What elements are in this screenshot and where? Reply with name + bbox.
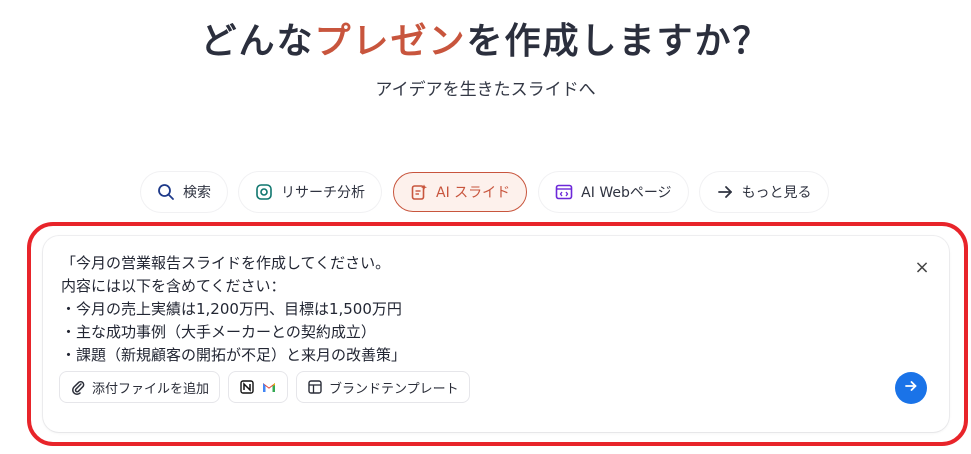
webpage-icon (555, 183, 573, 201)
brand-template-button[interactable]: ブランドテンプレート (296, 371, 470, 403)
slide-icon (410, 183, 428, 201)
prompt-toolbar: 添付ファイルを追加 ブランドテンプレート (59, 371, 470, 403)
prompt-line: 「今月の営業報告スライドを作成してください。 (61, 254, 391, 272)
brand-template-label: ブランドテンプレート (329, 381, 459, 397)
tab-label: AI Webページ (581, 185, 672, 201)
tab-label: 検索 (183, 185, 211, 201)
prompt-input[interactable]: 「今月の営業報告スライドを作成してください。 内容には以下を含めてください： ・… (61, 252, 861, 367)
title-part-1: どんな (200, 21, 315, 62)
send-arrow-icon (903, 378, 919, 398)
tab-label: リサーチ分析 (281, 185, 365, 201)
clear-button[interactable]: × (911, 256, 933, 278)
template-icon (307, 379, 323, 395)
title-part-2: を作成しますか？ (466, 21, 771, 62)
research-icon (255, 183, 273, 201)
notion-icon (239, 379, 255, 395)
tab-research[interactable]: リサーチ分析 (239, 172, 381, 212)
attach-file-label: 添付ファイルを追加 (92, 381, 210, 397)
send-button[interactable] (895, 372, 927, 404)
arrow-right-icon (716, 183, 734, 201)
mode-tabs: 検索 リサーチ分析 AI スライド AI Webページ もっと見る (141, 172, 828, 212)
tab-more[interactable]: もっと見る (699, 172, 828, 212)
page-subtitle: アイデアを生きたスライドへ (375, 80, 596, 100)
tab-search[interactable]: 検索 (141, 172, 227, 212)
close-icon: × (914, 256, 930, 278)
highlight-frame: 「今月の営業報告スライドを作成してください。 内容には以下を含めてください： ・… (27, 222, 968, 446)
gmail-icon (261, 379, 277, 395)
attach-file-button[interactable]: 添付ファイルを追加 (59, 371, 221, 403)
tab-label: もっと見る (741, 185, 812, 201)
paperclip-icon (70, 379, 86, 395)
integrations-button[interactable] (228, 371, 289, 403)
tab-ai-webpage[interactable]: AI Webページ (539, 172, 688, 212)
title-accent: プレゼン (314, 21, 467, 62)
search-icon (157, 183, 175, 201)
prompt-line: ・今月の売上実績は1,200万円、目標は1,500万円 (61, 300, 402, 318)
page-title: どんなプレゼンを作成しますか？ (0, 12, 971, 64)
page: どんなプレゼンを作成しますか？ アイデアを生きたスライドへ 検索 リサーチ分析 … (0, 0, 971, 454)
prompt-line: ・課題（新規顧客の開拓が不足）と来月の改善策」 (61, 346, 407, 364)
tab-ai-slide[interactable]: AI スライド (393, 172, 528, 212)
prompt-line: ・主な成功事例（大手メーカーとの契約成立） (61, 323, 376, 341)
prompt-card: 「今月の営業報告スライドを作成してください。 内容には以下を含めてください： ・… (43, 236, 949, 432)
prompt-line: 内容には以下を含めてください： (61, 277, 286, 295)
tab-label: AI スライド (436, 185, 511, 201)
